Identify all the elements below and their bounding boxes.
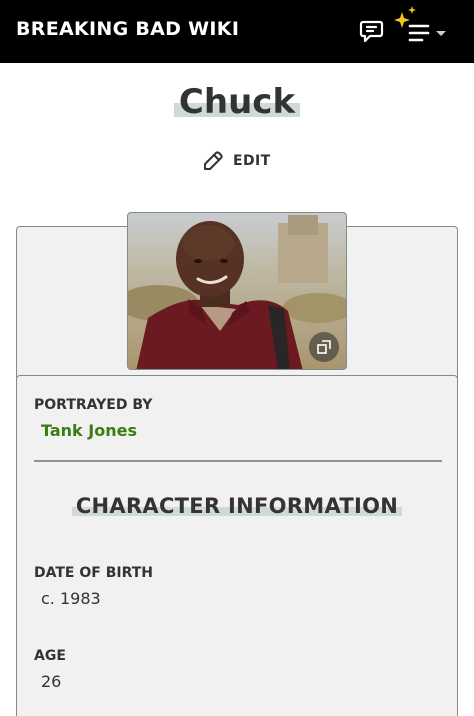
age-label: AGE	[34, 648, 66, 664]
portrayed-by-value[interactable]: Tank Jones	[41, 421, 137, 440]
chevron-down-icon	[436, 31, 446, 36]
age-value: 26	[41, 672, 62, 691]
edit-label: EDIT	[233, 153, 271, 169]
section-title: CHARACTER INFORMATION	[71, 494, 403, 518]
character-image[interactable]	[127, 212, 347, 370]
actor-link[interactable]: Tank Jones	[41, 421, 137, 440]
edit-button[interactable]: EDIT	[200, 148, 271, 174]
portrayed-by-label: PORTRAYED BY	[34, 397, 153, 413]
site-title[interactable]: BREAKING BAD WIKI	[16, 18, 239, 40]
menu-icon[interactable]	[392, 4, 452, 48]
date-of-birth-value: c. 1983	[41, 589, 101, 608]
page-title-wrap: Chuck	[0, 82, 474, 122]
infobox: PORTRAYED BY Tank Jones CHARACTER INFORM…	[16, 375, 458, 716]
top-bar: BREAKING BAD WIKI	[0, 0, 474, 63]
divider	[34, 460, 442, 462]
expand-image-button[interactable]	[309, 332, 339, 362]
pencil-icon	[204, 151, 223, 170]
expand-icon	[317, 340, 331, 354]
page-title: Chuck	[173, 82, 301, 122]
discuss-icon[interactable]	[357, 17, 385, 45]
date-of-birth-label: DATE OF BIRTH	[34, 565, 153, 581]
section-header: CHARACTER INFORMATION	[17, 494, 457, 518]
